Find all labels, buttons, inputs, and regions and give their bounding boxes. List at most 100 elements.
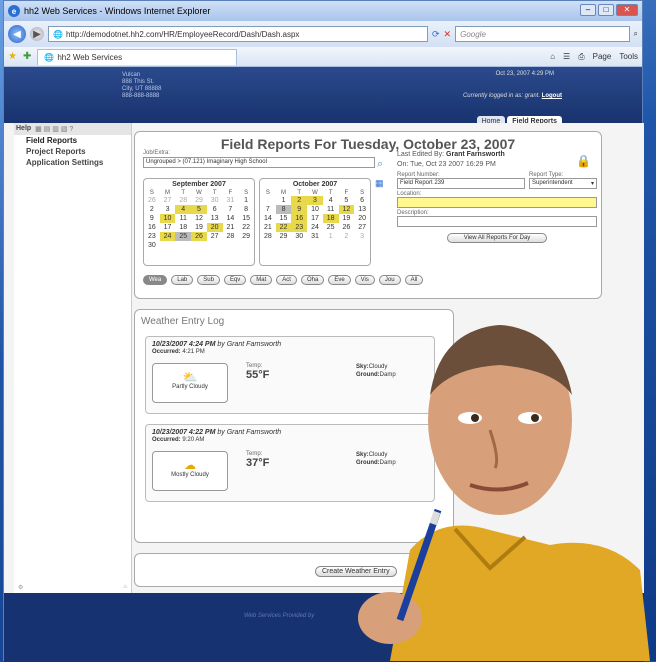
- calendar-day[interactable]: 25: [323, 223, 339, 232]
- lock-icon[interactable]: 🔒: [576, 154, 591, 168]
- calendar-day[interactable]: 27: [207, 232, 223, 241]
- calendar-day[interactable]: 25: [175, 232, 192, 241]
- calendar-day[interactable]: 20: [354, 214, 370, 223]
- calendar-day[interactable]: 6: [207, 205, 223, 214]
- sidebar-home-icon[interactable]: ⌂: [123, 584, 127, 591]
- chip-material[interactable]: Mat: [250, 275, 273, 285]
- calendar-day[interactable]: 23: [291, 223, 308, 232]
- calendar-day[interactable]: 29: [238, 232, 254, 241]
- calendar-day[interactable]: 18: [175, 223, 191, 232]
- browser-tab[interactable]: 🌐 hh2 Web Services: [37, 48, 238, 65]
- calendar-day[interactable]: 22: [238, 223, 254, 232]
- sidebar-item-field-reports[interactable]: Field Reports: [14, 135, 131, 146]
- report-number-field[interactable]: Field Report 239: [397, 178, 525, 189]
- calendar-day[interactable]: 26: [144, 196, 160, 205]
- calendar-day[interactable]: 12: [191, 214, 207, 223]
- location-field[interactable]: [397, 197, 597, 208]
- search-icon[interactable]: ⌕: [634, 29, 638, 39]
- sidebar-collapse-icon[interactable]: ⚙: [18, 584, 23, 591]
- calendar-day[interactable]: 19: [191, 223, 207, 232]
- calendar-day[interactable]: 26: [191, 232, 207, 241]
- logout-link[interactable]: Logout: [542, 93, 562, 99]
- job-search-icon[interactable]: ⌕: [377, 158, 383, 171]
- calendar-day[interactable]: 8: [238, 205, 254, 214]
- calendar-day[interactable]: 21: [223, 223, 239, 232]
- calendar-day[interactable]: 27: [160, 196, 176, 205]
- calendar-day[interactable]: 26: [339, 223, 355, 232]
- back-button[interactable]: ◀: [8, 25, 26, 43]
- calendar-day[interactable]: 7: [223, 205, 239, 214]
- calendar-day[interactable]: 10: [159, 214, 176, 223]
- calendar-day[interactable]: 6: [354, 196, 370, 205]
- calendar-day[interactable]: 10: [307, 205, 323, 214]
- calendar-day[interactable]: 17: [307, 214, 323, 223]
- calendar-day[interactable]: 14: [260, 214, 276, 223]
- forward-button[interactable]: ▶: [30, 27, 44, 41]
- calendar-day[interactable]: 11: [323, 205, 339, 214]
- sidebar-item-application-settings[interactable]: Application Settings: [14, 157, 131, 168]
- feeds-icon[interactable]: ☰: [563, 52, 570, 62]
- calendar-day[interactable]: 16: [144, 223, 160, 232]
- calendar-day[interactable]: 19: [339, 214, 355, 223]
- chip-all[interactable]: All: [404, 275, 424, 285]
- calendar-day[interactable]: 27: [354, 223, 370, 232]
- calendar-day[interactable]: 15: [238, 214, 254, 223]
- home-icon[interactable]: ⌂: [550, 52, 555, 62]
- chip-subcontractor[interactable]: Sub: [197, 275, 220, 285]
- calendar-day[interactable]: 31: [307, 232, 323, 241]
- calendar-day[interactable]: 18: [322, 214, 339, 223]
- stop-icon[interactable]: ✕: [444, 29, 452, 40]
- calendar-day[interactable]: 30: [207, 196, 223, 205]
- favorites-star-icon[interactable]: ★: [8, 51, 17, 62]
- calendar-day[interactable]: 13: [354, 205, 370, 214]
- calendar-day[interactable]: 9: [144, 214, 160, 223]
- chip-activity[interactable]: Act: [276, 275, 297, 285]
- calendar-day[interactable]: 31: [223, 196, 239, 205]
- calendar-day[interactable]: 2: [339, 232, 355, 241]
- calendar-day[interactable]: 23: [144, 232, 160, 241]
- chip-oha[interactable]: Oha: [300, 275, 325, 285]
- calendar-day[interactable]: 30: [291, 232, 307, 241]
- calendar-day[interactable]: 30: [144, 241, 160, 250]
- calendar-day[interactable]: 9: [291, 205, 308, 214]
- description-field[interactable]: [397, 216, 597, 227]
- sidebar-item-project-reports[interactable]: Project Reports: [14, 146, 131, 157]
- calendar-day[interactable]: 20: [206, 223, 223, 232]
- calendar-day[interactable]: 4: [175, 205, 192, 214]
- calendar-day[interactable]: 11: [175, 214, 191, 223]
- calendar-day[interactable]: 17: [160, 223, 176, 232]
- refresh-icon[interactable]: ⟳: [432, 29, 440, 40]
- calendar-day[interactable]: 13: [207, 214, 223, 223]
- help-link[interactable]: Help: [16, 125, 31, 133]
- search-input[interactable]: Google: [455, 26, 630, 42]
- calendar-day[interactable]: 1: [238, 196, 254, 205]
- calendar-day[interactable]: 21: [260, 223, 276, 232]
- calendar-day[interactable]: 28: [175, 196, 191, 205]
- add-favorite-icon[interactable]: ✚: [23, 51, 31, 62]
- report-type-select[interactable]: Superintendent ▾: [529, 178, 597, 189]
- close-button[interactable]: ✕: [616, 4, 638, 16]
- calendar-day[interactable]: 28: [223, 232, 239, 241]
- calendar-day[interactable]: 3: [160, 205, 176, 214]
- calendar-day[interactable]: 15: [276, 214, 292, 223]
- job-field[interactable]: Ungrouped > (07.121) Imaginary High Scho…: [143, 157, 375, 168]
- chip-journal[interactable]: Jou: [378, 275, 401, 285]
- chip-labor[interactable]: Lab: [171, 275, 194, 285]
- calendar-day[interactable]: 3: [354, 232, 370, 241]
- url-field[interactable]: 🌐 http://demodotnet.hh2.com/HR/EmployeeR…: [48, 26, 428, 42]
- calendar-day[interactable]: 5: [191, 205, 207, 214]
- calendar-day[interactable]: 7: [260, 205, 276, 214]
- calendar-day[interactable]: 1: [276, 196, 292, 205]
- calendar-day[interactable]: 12: [338, 205, 355, 214]
- maximize-button[interactable]: □: [598, 4, 614, 16]
- calendar-day[interactable]: 2: [291, 196, 308, 205]
- chip-events[interactable]: Eve: [328, 275, 351, 285]
- calendar-day[interactable]: 29: [191, 196, 207, 205]
- calendar-day[interactable]: 28: [260, 232, 276, 241]
- calendar-day[interactable]: 29: [276, 232, 292, 241]
- page-menu[interactable]: Page: [593, 52, 612, 62]
- tools-menu[interactable]: Tools: [619, 52, 638, 62]
- chip-equipment[interactable]: Eqv: [223, 275, 247, 285]
- chip-weather[interactable]: Wea: [143, 275, 168, 285]
- calendar-day[interactable]: 24: [307, 223, 323, 232]
